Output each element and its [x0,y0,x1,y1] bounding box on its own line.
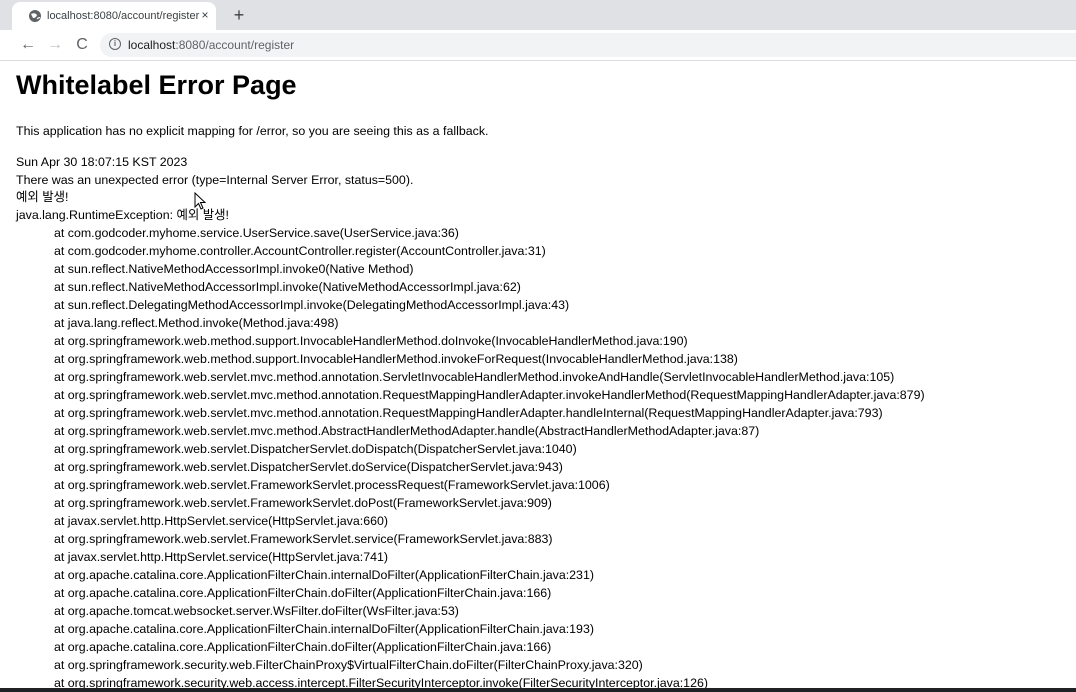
stack-frame: at org.apache.catalina.core.ApplicationF… [54,568,594,582]
browser-toolbar: ← → C i localhost:8080/account/register [0,30,1076,61]
browser-tab[interactable]: localhost:8080/account/register × [12,2,216,30]
stack-frame: at org.springframework.web.servlet.mvc.m… [54,406,883,420]
url-path: :8080/account/register [175,38,295,52]
stack-frame: at org.springframework.security.web.Filt… [54,658,643,672]
stack-frame: at org.springframework.web.servlet.mvc.m… [54,370,895,384]
stack-frame: at sun.reflect.NativeMethodAccessorImpl.… [54,262,414,276]
stack-frame: at org.apache.catalina.core.ApplicationF… [54,640,552,654]
stack-frame: at org.apache.catalina.core.ApplicationF… [54,622,594,636]
bottom-edge [0,688,1076,692]
stack-frame: at javax.servlet.http.HttpServlet.servic… [54,550,388,564]
stack-frame: at com.godcoder.myhome.service.UserServi… [54,226,459,240]
stack-frame: at org.springframework.web.method.suppor… [54,334,688,348]
error-message: There was an unexpected error (type=Inte… [16,173,414,187]
error-detail: 예외 발생! [16,190,69,204]
new-tab-button[interactable]: + [229,5,249,25]
stack-frame: at org.springframework.web.servlet.Dispa… [54,442,577,456]
url-text: localhost:8080/account/register [128,38,294,52]
page-title: Whitelabel Error Page [16,70,297,100]
stack-frame: at sun.reflect.DelegatingMethodAccessorI… [54,298,570,312]
close-icon[interactable]: × [198,8,212,22]
stack-frame: at org.springframework.web.servlet.Frame… [54,478,610,492]
address-bar[interactable]: i localhost:8080/account/register [100,33,1076,57]
fallback-message: This application has no explicit mapping… [16,124,489,138]
stack-frame: at org.apache.catalina.core.ApplicationF… [54,586,552,600]
stack-frame: at org.springframework.web.servlet.mvc.m… [54,424,760,438]
globe-icon [29,10,41,22]
tab-title: localhost:8080/account/register [47,10,200,22]
stack-frame: at com.godcoder.myhome.controller.Accoun… [54,244,546,258]
error-timestamp: Sun Apr 30 18:07:15 KST 2023 [16,155,188,169]
stack-frame: at org.springframework.web.method.suppor… [54,352,738,366]
stack-frame: at org.springframework.web.servlet.mvc.m… [54,388,925,402]
stack-frame: at org.springframework.web.servlet.Frame… [54,532,553,546]
stack-frame: at sun.reflect.NativeMethodAccessorImpl.… [54,280,521,294]
back-button[interactable]: ← [19,36,37,54]
stack-frame: at org.springframework.web.servlet.Dispa… [54,460,563,474]
stack-frame: at org.apache.tomcat.websocket.server.Ws… [54,604,459,618]
reload-button[interactable]: C [73,36,91,54]
forward-button[interactable]: → [46,36,64,54]
mouse-cursor-icon [194,192,206,210]
info-icon[interactable]: i [109,38,121,50]
stack-trace: at com.godcoder.myhome.service.UserServi… [16,224,925,692]
stack-frame: at javax.servlet.http.HttpServlet.servic… [54,514,388,528]
url-host: localhost [128,38,176,52]
tab-strip: localhost:8080/account/register × + [0,0,1076,30]
page-content: Whitelabel Error Page This application h… [0,61,1076,692]
stack-frame: at java.lang.reflect.Method.invoke(Metho… [54,316,339,330]
stack-frame: at org.springframework.web.servlet.Frame… [54,496,552,510]
